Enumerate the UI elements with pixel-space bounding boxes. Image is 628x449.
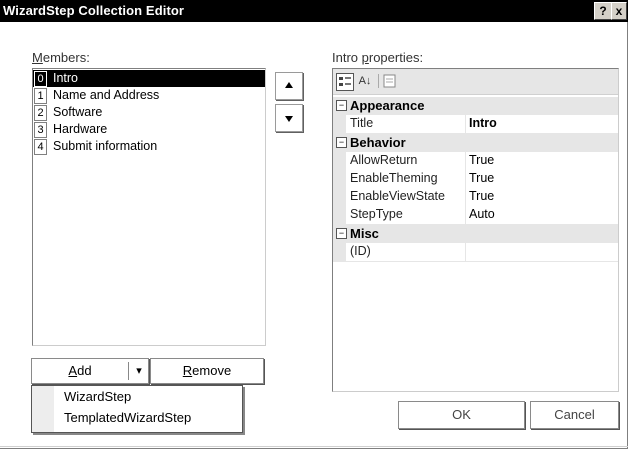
list-item-label: Intro [53,71,79,85]
list-item[interactable]: 0 Intro [33,70,265,87]
list-item-label: Hardware [53,122,108,136]
move-down-button[interactable] [275,104,303,132]
down-arrow-icon [285,116,293,122]
property-value[interactable]: Auto [469,207,495,221]
property-row-allowreturn[interactable]: AllowReturn True [333,152,618,171]
move-up-button[interactable] [275,72,303,100]
category-label: Appearance [350,98,425,113]
sort-alphabetical-icon[interactable]: A↓ [356,73,374,89]
cancel-button[interactable]: Cancel [530,401,619,429]
property-row-id[interactable]: (ID) [333,243,618,262]
list-item-index: 4 [34,139,47,155]
list-item[interactable]: 1 Name and Address [33,87,265,104]
property-value[interactable]: True [469,171,494,185]
collapse-icon[interactable]: − [336,228,347,239]
collection-editor-window: WizardStep Collection Editor ? x Members… [0,0,628,449]
menu-item-wizardstep[interactable]: WizardStep [64,389,131,404]
add-button[interactable]: Add ▾ [31,358,149,384]
title-bar[interactable]: WizardStep Collection Editor ? x [0,0,628,22]
category-misc[interactable]: − Misc [333,225,618,243]
up-arrow-icon [285,82,293,88]
property-row-steptype[interactable]: StepType Auto [333,206,618,225]
list-item-index: 1 [34,88,47,104]
list-item[interactable]: 3 Hardware [33,121,265,138]
ok-button[interactable]: OK [398,401,525,429]
list-item-label: Submit information [53,139,158,153]
list-item[interactable]: 4 Submit information [33,138,265,155]
remove-button[interactable]: Remove [150,358,264,384]
properties-label: Intro properties: [332,50,424,65]
property-name: EnableViewState [350,189,445,203]
list-item-index: 0 [34,71,47,87]
property-grid[interactable]: A↓ − Appearance Title Intro − Behavior A… [332,68,619,392]
property-value[interactable]: True [469,153,494,167]
toolbar-separator [378,74,379,88]
window-title: WizardStep Collection Editor [3,3,185,18]
property-grid-toolbar: A↓ [333,69,618,95]
members-label: Members: [32,50,90,65]
category-label: Misc [350,226,379,241]
list-item-index: 3 [34,122,47,138]
add-dropdown-arrow-icon[interactable]: ▾ [130,359,148,383]
add-dropdown-menu: WizardStep TemplatedWizardStep [31,385,243,433]
property-name: (ID) [350,244,371,258]
list-item[interactable]: 2 Software [33,104,265,121]
collapse-icon[interactable]: − [336,137,347,148]
help-button[interactable]: ? [594,2,612,20]
close-button[interactable]: x [611,2,627,20]
property-row-enableviewstate[interactable]: EnableViewState True [333,188,618,207]
list-item-label: Software [53,105,103,119]
category-label: Behavior [350,135,406,150]
property-pages-icon[interactable] [382,73,398,89]
property-row-title[interactable]: Title Intro [333,115,618,134]
property-name: Title [350,116,374,130]
members-list[interactable]: 0 Intro 1 Name and Address 2 Software 3 … [32,68,266,346]
property-name: StepType [350,207,403,221]
list-item-label: Name and Address [53,88,160,102]
categorized-icon[interactable] [336,73,354,91]
collapse-icon[interactable]: − [336,100,347,111]
property-row-enabletheming[interactable]: EnableTheming True [333,170,618,189]
list-item-index: 2 [34,105,47,121]
property-name: EnableTheming [350,171,438,185]
category-appearance[interactable]: − Appearance [333,97,618,115]
property-value[interactable]: True [469,189,494,203]
category-behavior[interactable]: − Behavior [333,134,618,152]
property-name: AllowReturn [350,153,418,167]
add-button-label: Add [68,363,92,378]
property-value[interactable]: Intro [469,116,497,130]
menu-item-templatedwizardstep[interactable]: TemplatedWizardStep [64,410,191,425]
